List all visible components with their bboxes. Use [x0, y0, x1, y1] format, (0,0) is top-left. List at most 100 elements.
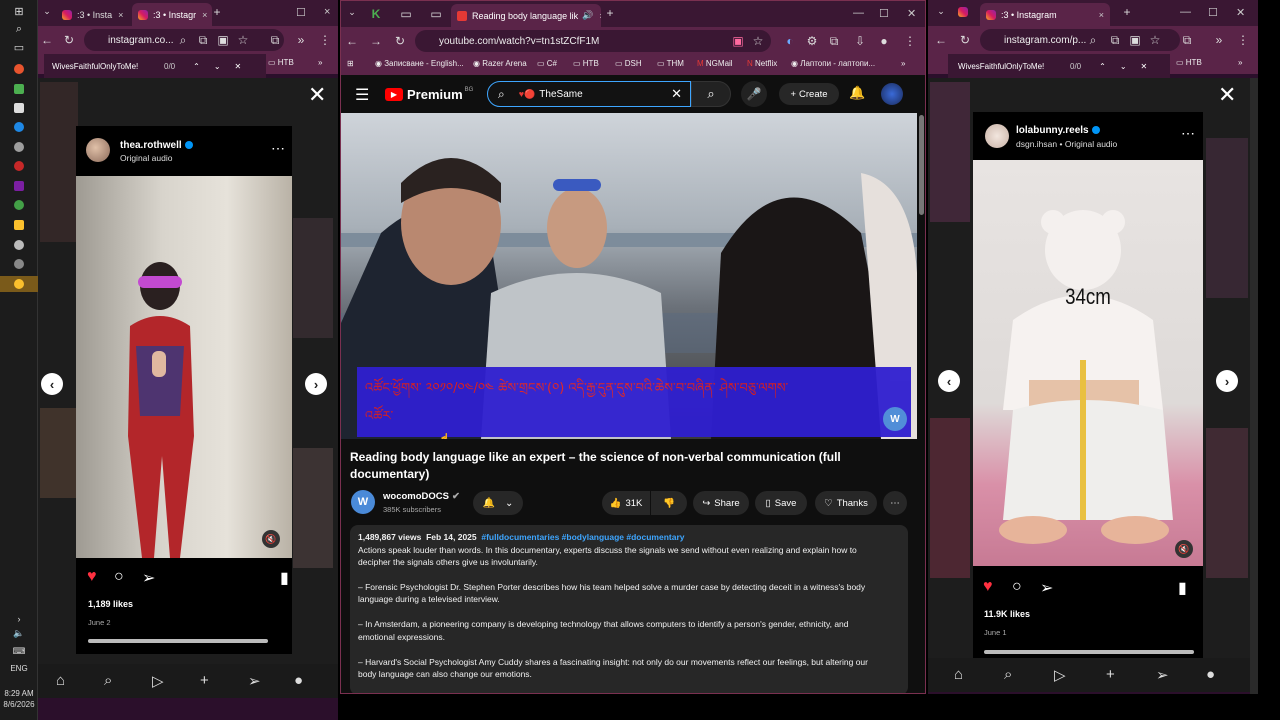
search-icon[interactable]: ⌕ — [1004, 666, 1012, 683]
tab-instagram-2[interactable]: :3 • Instagr × — [132, 3, 212, 26]
prev-post-button[interactable]: ‹ — [938, 370, 960, 392]
bookmark-5[interactable]: ▭ DSH — [615, 59, 642, 68]
grid-thumbnail[interactable] — [40, 82, 78, 242]
app-icon-7[interactable] — [9, 257, 29, 271]
start-menu-icon[interactable]: ⊞ — [9, 4, 29, 18]
bookmark-4[interactable]: ▭ HTB — [573, 59, 599, 68]
bookmark-6[interactable]: ▭ THM — [657, 59, 684, 68]
close-window-icon[interactable]: × — [324, 6, 330, 18]
share-icon[interactable]: ➢ — [1040, 578, 1053, 598]
notifications-bell-icon[interactable]: 🔔 — [849, 85, 865, 101]
tab-youtube[interactable]: Reading body language lik🔊× — [451, 4, 601, 27]
tab-search-icon[interactable]: ⌄ — [40, 6, 54, 17]
close-window-icon[interactable]: ✕ — [1236, 6, 1245, 19]
reader-icon[interactable]: ▣ — [1128, 33, 1142, 47]
vertical-scrollbar[interactable] — [919, 115, 924, 215]
extension-icon-1[interactable]: ◐ — [783, 34, 797, 48]
pinned-tab-icon[interactable]: K — [369, 7, 383, 21]
post-audio[interactable]: dsgn.ihsan • Original audio — [1016, 139, 1117, 149]
back-icon[interactable]: ← — [345, 34, 359, 48]
post-media[interactable]: 🔇 — [76, 176, 292, 558]
forward-icon[interactable]: → — [369, 34, 383, 48]
minimize-icon[interactable]: — — [853, 7, 864, 19]
find-prev-icon[interactable]: ⌃ — [193, 62, 200, 71]
reels-icon[interactable]: ▷ — [1054, 666, 1066, 684]
app-icon-5[interactable] — [9, 218, 29, 232]
more-actions-button[interactable]: ⋯ — [883, 491, 907, 515]
channel-avatar[interactable]: W — [351, 490, 375, 514]
horizontal-scrollbar[interactable] — [984, 650, 1194, 654]
share-button[interactable]: ↪ Share — [693, 491, 749, 515]
horizontal-scrollbar[interactable] — [88, 639, 268, 643]
likes-count[interactable]: 1,189 likes — [88, 599, 133, 609]
app-icon-3[interactable] — [9, 101, 29, 115]
messages-icon[interactable]: ➢ — [1156, 666, 1169, 684]
app-icon-2[interactable] — [9, 82, 29, 96]
bookmark-star-icon[interactable]: ☆ — [751, 34, 765, 48]
find-input[interactable]: WivesFaithfulOnlyToMe! — [958, 62, 1058, 71]
search-icon[interactable]: ⌕ — [104, 672, 112, 689]
save-button[interactable]: ▯ Save — [755, 491, 807, 515]
find-input[interactable]: WivesFaithfulOnlyToMe! — [52, 62, 152, 71]
chevron-right-icon[interactable]: » — [1238, 58, 1242, 67]
menu-icon[interactable]: ⋮ — [903, 34, 917, 48]
task-view-icon[interactable]: ▭ — [9, 40, 29, 54]
messages-icon[interactable]: ➢ — [248, 672, 261, 690]
thanks-button[interactable]: ♡ Thanks — [815, 491, 877, 515]
bookmark-star-icon[interactable]: ☆ — [1148, 33, 1162, 47]
bookmark-1[interactable]: ◉ Записване - English... — [375, 59, 464, 68]
bookmark-9[interactable]: ◉ Лаптопи - лаптопи... — [791, 59, 875, 68]
maximize-icon[interactable]: ☐ — [1208, 6, 1218, 19]
app-icon-4[interactable] — [9, 159, 29, 173]
grid-thumbnail[interactable] — [930, 418, 970, 578]
pinned-instagram-icon[interactable] — [958, 6, 972, 20]
more-options-icon[interactable]: ⋯ — [1181, 125, 1195, 142]
extensions-icon[interactable]: ⧉ — [1180, 33, 1194, 48]
chevron-right-icon[interactable]: » — [294, 33, 308, 47]
chrome-active-icon[interactable] — [0, 276, 38, 292]
back-icon[interactable]: ← — [40, 33, 54, 47]
find-close-icon[interactable]: ✕ — [1141, 62, 1148, 71]
youtube-logo[interactable]: ▶ Premium BG — [385, 87, 473, 102]
post-username[interactable]: lolabunny.reels — [1016, 125, 1100, 136]
clock[interactable]: 8:29 AM 8/6/2026 — [0, 688, 38, 710]
extensions-icon[interactable]: ⧉ — [827, 34, 841, 49]
extension-icon-2[interactable]: ⚙ — [805, 34, 819, 48]
voice-search-button[interactable]: 🎤 — [741, 81, 767, 107]
language-indicator[interactable]: ENG — [0, 664, 38, 673]
reader-icon[interactable]: ▣ — [216, 33, 230, 47]
bookmark-3[interactable]: ▭ C# — [537, 59, 557, 68]
chevron-up-icon[interactable]: › — [9, 612, 29, 626]
video-player[interactable]: འཚོང་ཕྱོགས་ ༢༠༡༠/༠༤/༠༤ ཚེས་གྲངས་(༠) འདི་… — [341, 113, 917, 439]
menu-hamburger-icon[interactable]: ☰ — [355, 85, 369, 105]
volume-icon[interactable]: 🔈 — [9, 626, 29, 640]
minimize-icon[interactable]: — — [1180, 6, 1191, 18]
zoom-icon[interactable]: ⌕ — [1086, 33, 1100, 48]
close-window-icon[interactable]: ✕ — [907, 7, 916, 20]
bookmark-2[interactable]: ◉ Razer Arena — [473, 59, 527, 68]
menu-icon[interactable]: ⋮ — [318, 33, 332, 47]
create-button[interactable]: + Create — [779, 83, 839, 105]
search-button[interactable]: ⌕ — [691, 81, 731, 107]
share-icon[interactable]: ➢ — [142, 568, 155, 588]
pinned-tab-icon-2[interactable]: ▭ — [399, 7, 413, 21]
channel-name[interactable]: wocomoDOCS ✔ — [383, 491, 460, 502]
reels-icon[interactable]: ▷ — [152, 672, 164, 690]
back-icon[interactable]: ← — [934, 33, 948, 47]
find-prev-icon[interactable]: ⌃ — [1099, 62, 1106, 71]
avatar[interactable] — [985, 124, 1009, 148]
download-icon[interactable]: ⇩ — [853, 34, 867, 48]
vertical-scrollbar[interactable] — [1250, 78, 1258, 694]
bookmark-7[interactable]: M NGMail — [697, 59, 733, 68]
find-next-icon[interactable]: ⌄ — [1120, 62, 1127, 71]
profile-icon[interactable]: ● — [877, 34, 891, 48]
mute-icon[interactable]: 🔇 — [262, 530, 280, 548]
grid-thumbnail[interactable] — [930, 82, 970, 222]
pinned-tab-icon-3[interactable]: ▭ — [429, 7, 443, 21]
create-icon[interactable]: + — [200, 672, 209, 689]
comment-icon[interactable]: ○ — [114, 568, 124, 586]
chevron-right-icon[interactable]: » — [318, 58, 322, 67]
address-bar[interactable]: youtube.com/watch?v=tn1stZCfF1M — [415, 30, 771, 52]
menu-icon[interactable]: ⋮ — [1236, 33, 1250, 47]
like-button[interactable]: 👍 31K — [602, 491, 650, 515]
